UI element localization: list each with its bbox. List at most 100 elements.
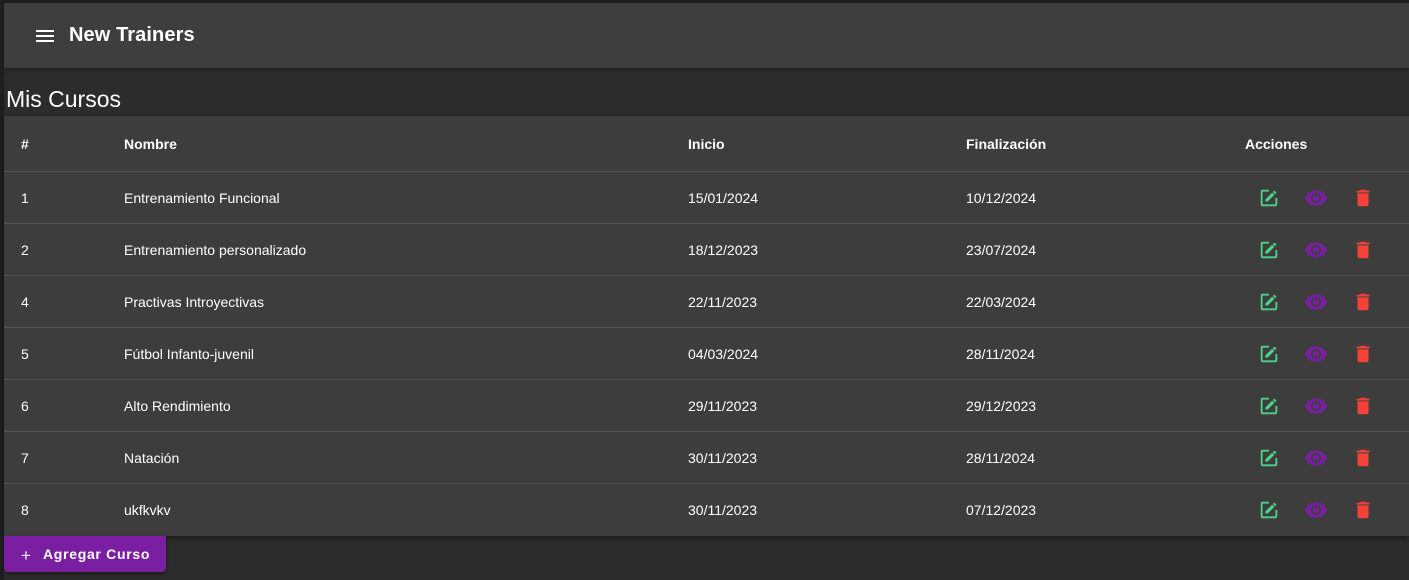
cell-name: Practivas Introyectivas [124, 275, 688, 328]
cell-end-date: 10/12/2024 [966, 171, 1244, 224]
cell-actions [1244, 431, 1409, 484]
plus-icon: + [21, 545, 31, 565]
delete-button[interactable] [1351, 342, 1375, 366]
add-course-label: Agregar Curso [43, 546, 151, 562]
edit-button[interactable] [1257, 238, 1281, 262]
cell-number: 7 [4, 431, 124, 484]
cell-end-date: 28/11/2024 [966, 431, 1244, 484]
cell-start-date: 15/01/2024 [688, 171, 966, 224]
cell-actions [1244, 275, 1409, 328]
cell-start-date: 18/12/2023 [688, 223, 966, 276]
table-row: 7 Natación 30/11/2023 28/11/2024 [4, 431, 1409, 484]
page: New Trainers Mis Cursos # Nombre Inicio … [0, 0, 1409, 580]
table-row: 1 Entrenamiento Funcional 15/01/2024 10/12/… [4, 171, 1409, 224]
cell-end-date: 07/12/2023 [966, 501, 1037, 518]
cell-name: Fútbol Infanto-juvenil [124, 327, 688, 380]
view-button[interactable] [1304, 238, 1328, 262]
edit-button[interactable] [1257, 498, 1281, 522]
table-row: 6 Alto Rendimiento 29/11/2023 29/12/2023 [4, 379, 1409, 432]
row-actions [1244, 432, 1409, 483]
trash-icon [1356, 345, 1370, 362]
view-button[interactable] [1304, 394, 1328, 418]
cell-actions [1244, 484, 1409, 536]
delete-button[interactable] [1351, 498, 1375, 522]
edit-icon [1260, 345, 1278, 362]
delete-button[interactable] [1351, 446, 1375, 470]
column-header-end: Finalización [966, 116, 1244, 172]
cell-number: 2 [4, 223, 124, 276]
edit-icon [1260, 501, 1278, 518]
cell-start-date: 04/03/2024 [688, 327, 966, 380]
view-button[interactable] [1304, 342, 1328, 366]
cell-actions [1244, 171, 1409, 224]
column-header-actions: Acciones [1244, 116, 1409, 172]
courses-table-card: # Nombre Inicio Finalización Acciones 1E… [4, 116, 1409, 536]
cell-name: ukfkvkv [124, 501, 171, 518]
edit-icon [1260, 449, 1278, 466]
edit-button[interactable] [1257, 446, 1281, 470]
table-row: 5 Fútbol Infanto-juvenil 04/03/2024 28/11/2… [4, 327, 1409, 380]
cell-end-date: 23/07/2024 [966, 223, 1244, 276]
row-actions [1244, 484, 1409, 535]
edit-button[interactable] [1257, 290, 1281, 314]
app-bar: New Trainers [4, 3, 1409, 68]
table-row: 4 Practivas Introyectivas 22/11/2023 22/03/… [4, 275, 1409, 328]
view-button[interactable] [1304, 290, 1328, 314]
menu-icon [36, 29, 54, 42]
cell-name: Entrenamiento Funcional [124, 171, 688, 224]
edit-icon [1260, 241, 1278, 258]
eye-icon [1305, 450, 1327, 465]
cell-start-date: 30/11/2023 [688, 431, 966, 484]
edit-button[interactable] [1257, 394, 1281, 418]
delete-button[interactable] [1351, 186, 1375, 210]
trash-icon [1356, 189, 1370, 206]
eye-icon [1305, 346, 1327, 361]
cell-start-date: 22/11/2023 [688, 275, 966, 328]
page-title: Mis Cursos [6, 86, 122, 113]
menu-button[interactable] [34, 25, 56, 47]
row-actions [1244, 172, 1409, 223]
cell-number: 1 [4, 171, 124, 224]
eye-icon [1305, 242, 1327, 257]
cell-actions [1244, 223, 1409, 276]
row-actions [1244, 328, 1409, 379]
cell-number: 5 [4, 327, 124, 380]
row-actions [1244, 224, 1409, 275]
column-header-number: # [4, 116, 124, 172]
eye-icon [1305, 294, 1327, 309]
delete-button[interactable] [1351, 290, 1375, 314]
edit-button[interactable] [1257, 186, 1281, 210]
row-actions [1244, 380, 1409, 431]
trash-icon [1356, 293, 1370, 310]
edit-icon [1260, 397, 1278, 414]
edit-icon [1260, 189, 1278, 206]
column-header-start: Inicio [688, 116, 966, 172]
delete-button[interactable] [1351, 394, 1375, 418]
table-body: 1 Entrenamiento Funcional 15/01/2024 10/12/… [4, 171, 1409, 536]
trash-icon [1356, 449, 1370, 466]
cell-name: Alto Rendimiento [124, 379, 688, 432]
cell-name: Natación [124, 431, 688, 484]
cell-start-date: 30/11/2023 [688, 501, 758, 518]
cell-start-date: 29/11/2023 [688, 379, 966, 432]
view-button[interactable] [1304, 186, 1328, 210]
eye-icon [1305, 502, 1327, 517]
column-header-name: Nombre [124, 116, 688, 172]
courses-table: # Nombre Inicio Finalización Acciones 1E… [4, 116, 1409, 535]
edit-icon [1260, 293, 1278, 310]
cell-end-date: 22/03/2024 [966, 275, 1244, 328]
eye-icon [1305, 190, 1327, 205]
table-row: 8 ukfkvkv 30/11/2023 07/12/2023 [4, 484, 1409, 536]
cell-actions [1244, 379, 1409, 432]
cell-end-date: 28/11/2024 [966, 327, 1244, 380]
delete-button[interactable] [1351, 238, 1375, 262]
row-actions [1244, 276, 1409, 327]
cell-number: 6 [4, 379, 124, 432]
cell-end-date: 29/12/2023 [966, 379, 1244, 432]
table-header-row: # Nombre Inicio Finalización Acciones [4, 116, 1409, 172]
trash-icon [1356, 501, 1370, 518]
view-button[interactable] [1304, 498, 1328, 522]
add-course-button[interactable]: + Agregar Curso [4, 536, 166, 572]
edit-button[interactable] [1257, 342, 1281, 366]
view-button[interactable] [1304, 446, 1328, 470]
